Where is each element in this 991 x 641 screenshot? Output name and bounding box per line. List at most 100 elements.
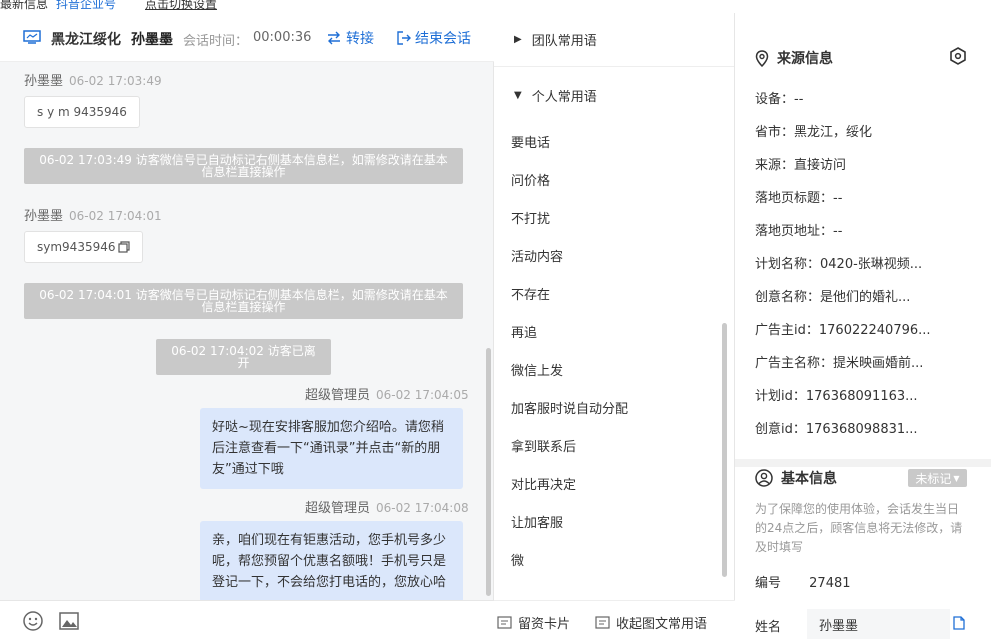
phrase-item[interactable]: 对比再决定 [511,474,576,493]
phrases-panel: ▶ 团队常用语 ▼ 个人常用语 要电话 问价格 不打扰 活动内容 不存在 再追 … [494,13,735,641]
personal-phrases-label: 个人常用语 [531,89,597,105]
end-session-button[interactable]: 结束会话 [397,28,471,48]
info-value: -- [833,191,843,206]
exit-icon [397,31,411,45]
phrases-scrollbar[interactable] [722,323,727,577]
info-value: 176368091163... [805,389,918,404]
phrase-item[interactable]: 活动内容 [511,246,563,265]
phrase-item[interactable]: 让加客服 [511,512,563,531]
info-label: 省市： [755,125,795,140]
chat-toolbar [0,600,494,641]
phrase-item[interactable]: 拿到联系后 [511,436,576,455]
phrase-item[interactable]: 要电话 [511,132,550,151]
session-duration-label: 会话时间： [183,34,249,49]
copy-icon[interactable] [117,241,130,253]
collapse-phrases-button[interactable]: 收起图文常用语 [595,613,707,632]
visitor-bubble: s y m 9435946 [24,96,140,128]
system-message: 06-02 17:04:02 访客已离开 [156,339,331,375]
info-label: 设备： [755,92,795,107]
sender-name: 超级管理员 [305,501,371,516]
customer-id-value: 27481 [809,576,851,591]
info-label: 创意id： [755,422,806,437]
info-label: 落地页地址： [755,224,834,239]
chat-header: 黑龙江绥化 孙墨墨 会话时间： 00:00:36 转接 结束会话 [0,13,494,62]
transfer-label: 转接 [346,31,374,47]
image-icon[interactable] [58,610,80,632]
section-divider [735,459,991,467]
info-value: -- [794,92,804,107]
card-icon [497,616,512,629]
info-row-province: 省市：黑龙江，绥化 [755,121,872,140]
team-phrases-group[interactable]: ▶ 团队常用语 [494,13,734,67]
chat-panel: 黑龙江绥化 孙墨墨 会话时间： 00:00:36 转接 结束会话 孙墨墨 06-0… [0,13,494,641]
phrase-item[interactable]: 不存在 [511,284,550,303]
phrase-item[interactable]: 加客服时说自动分配 [511,398,628,417]
list-icon [595,616,610,629]
info-row-plan-name: 计划名称：0420-张琳视频... [755,253,922,272]
message-sender: 孙墨墨 06-02 17:03:49 [24,70,162,89]
message-time: 06-02 17:03:49 [69,74,162,88]
info-label: 来源： [755,158,795,173]
session-duration: 00:00:36 [253,30,312,45]
collapse-phrases-label: 收起图文常用语 [616,617,708,632]
copy-icon[interactable] [951,616,965,630]
info-label: 广告主名称： [755,356,834,371]
info-row-advertiser-id: 广告主id：176022240796... [755,319,931,338]
info-label: 计划id： [755,389,806,404]
bubble-text: sym9435946 [37,240,116,254]
message-time: 06-02 17:04:05 [376,388,469,402]
message-list[interactable]: 孙墨墨 06-02 17:03:49 s y m 9435946 06-02 17… [0,63,494,600]
transfer-button[interactable]: 转接 [326,28,374,48]
top-strip: 最新信息 抖音企业号 点击切换设置 [0,0,991,13]
customer-id-label: 编号 [755,576,782,591]
team-phrases-label: 团队常用语 [531,34,597,49]
customer-name-input[interactable] [807,609,950,639]
phrase-item[interactable]: 再追 [511,322,537,341]
phrase-item[interactable]: 微信上发 [511,360,563,379]
phrase-item[interactable]: 问价格 [511,170,550,189]
info-row-landing-title: 落地页标题：-- [755,187,842,206]
phrase-item[interactable]: 微 [511,550,524,569]
phrase-item[interactable]: 不打扰 [511,208,550,227]
sender-name: 孙墨墨 [24,74,64,89]
sender-name: 超级管理员 [305,388,371,403]
tag-select[interactable]: 未标记 ▼ [908,469,967,487]
source-info-title: 来源信息 [755,48,833,68]
visitor-region: 黑龙江绥化 [51,32,121,48]
message-sender: 超级管理员 06-02 17:04:08 [305,497,469,516]
monitor-icon [23,30,41,44]
info-row-creative-name: 创意名称：是他们的婚礼... [755,286,910,305]
info-row-source: 来源：直接访问 [755,154,846,173]
chat-scrollbar[interactable] [486,348,491,596]
customer-id-row: 编号 27481 [755,572,851,591]
message-time: 06-02 17:04:01 [69,209,162,223]
phrases-footer: 留资卡片 收起图文常用语 [494,600,735,641]
agent-bubble: 亲，咱们现在有钜惠活动，您手机号多少呢，帮您预留个优惠名额哦！手机号只是登记一下… [200,521,463,600]
basic-info-title: 基本信息 [755,468,837,488]
message-sender: 孙墨墨 06-02 17:04:01 [24,205,162,224]
info-value: 直接访问 [794,158,847,173]
lead-card-button[interactable]: 留资卡片 [497,613,570,632]
info-row-advertiser-name: 广告主名称：提米映画婚前... [755,352,923,371]
customer-name-label: 姓名 [755,620,782,635]
emoji-icon[interactable] [22,610,44,632]
message-time: 06-02 17:04:08 [376,501,469,515]
info-value: 176022240796... [818,323,931,338]
dropdown-arrow-icon: ▼ [953,473,960,483]
message-sender: 超级管理员 06-02 17:04:05 [305,384,469,403]
edit-notice: 为了保障您的使用体验，会话发生当日的24点之后，顾客信息将无法修改，请及时填写 [755,502,963,554]
user-circle-icon [755,469,773,487]
info-value: 提米映画婚前... [833,356,924,371]
visitor-bubble: sym9435946 [24,231,143,263]
top-strip-link[interactable]: 点击切换设置 [145,0,217,12]
system-message: 06-02 17:03:49 访客微信号已自动标记右侧基本信息栏，如需修改请在基… [24,148,463,184]
caret-down-icon: ▼ [514,89,522,101]
top-strip-platform[interactable]: 抖音企业号 [56,0,116,12]
info-row-creative-id: 创意id：176368098831... [755,418,918,437]
top-strip-left: 最新信息 [0,0,49,11]
info-label: 落地页标题： [755,191,834,206]
settings-hex-icon[interactable] [949,47,967,65]
personal-phrases-group[interactable]: ▼ 个人常用语 [494,68,734,122]
system-message: 06-02 17:04:01 访客微信号已自动标记右侧基本信息栏，如需修改请在基… [24,283,463,319]
caret-right-icon: ▶ [514,34,522,45]
